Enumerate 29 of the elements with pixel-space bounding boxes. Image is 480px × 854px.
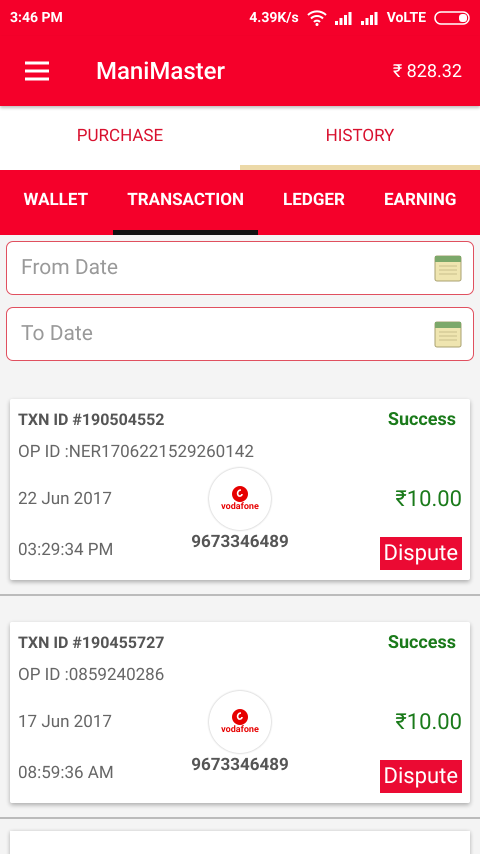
sub-tab[interactable]: EARNING [370, 170, 470, 235]
network-speed: 4.39K/s [249, 10, 299, 26]
wallet-balance: ₹ 828.32 [392, 60, 462, 82]
sub-tab[interactable]: WALLET [10, 170, 102, 235]
operator-id: OP ID :0859240286 [18, 665, 166, 685]
sub-tab[interactable]: LEDGER [269, 170, 359, 235]
transaction-status: Success [388, 632, 456, 653]
transaction-status: Success [388, 409, 456, 430]
sub-tab[interactable]: TRANSACTION [113, 170, 258, 235]
status-time: 3:46 PM [10, 10, 63, 26]
network-type: VoLTE [386, 10, 426, 26]
mobile-number: 9673346489 [191, 755, 289, 775]
transaction-time: 08:59:36 AM [18, 763, 115, 783]
logo-text: vodafone [221, 725, 259, 735]
app-title: ManiMaster [96, 57, 226, 85]
mobile-number: 9673346489 [191, 532, 289, 552]
transaction-id: TXN ID #190455727 [18, 633, 164, 652]
date-field[interactable]: To Date [6, 307, 474, 361]
transaction-date: 17 Jun 2017 [18, 712, 113, 732]
logo-text: vodafone [221, 502, 259, 512]
transaction-date: 22 Jun 2017 [18, 489, 113, 509]
transaction-amount: ₹10.00 [395, 710, 462, 734]
transaction-time: 03:29:34 PM [18, 540, 114, 560]
dispute-button[interactable]: Dispute [380, 537, 462, 570]
operator-id: OP ID :NER1706221529260142 [18, 442, 255, 462]
date-field[interactable]: From Date [6, 241, 474, 295]
transaction-amount: ₹10.00 [395, 486, 462, 512]
transaction-id: TXN ID #190504552 [18, 410, 164, 429]
dispute-button[interactable]: Dispute [380, 760, 462, 793]
